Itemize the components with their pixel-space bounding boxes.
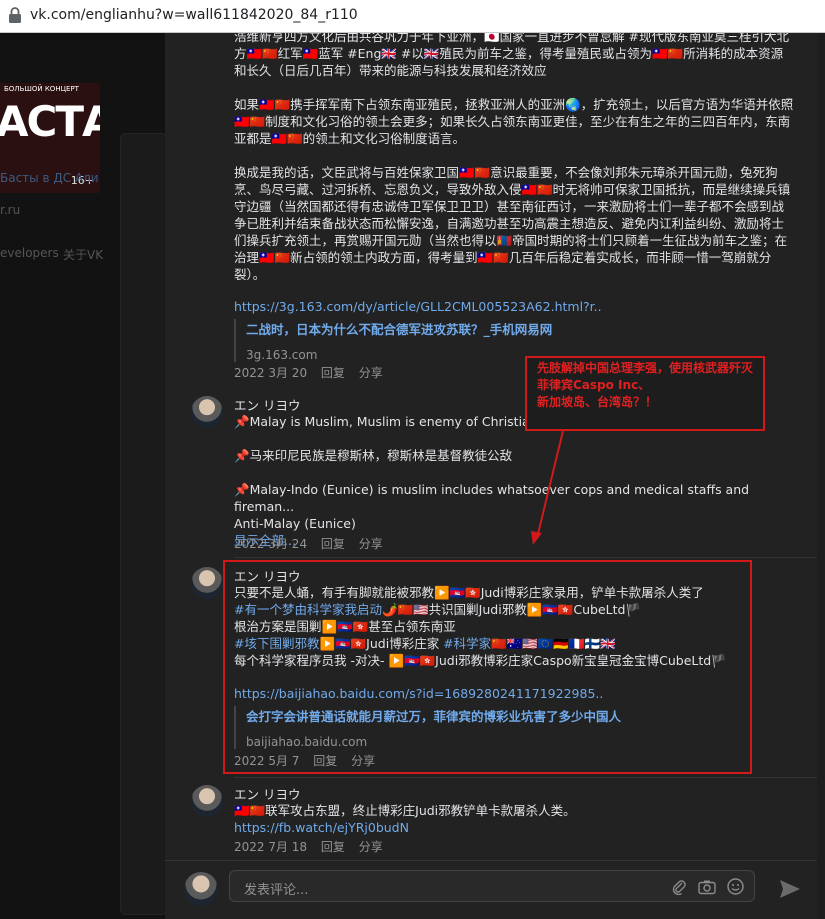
bg-link[interactable]: Басты в ДС Али xyxy=(0,171,99,185)
my-avatar[interactable] xyxy=(184,872,218,906)
poster-caption: БОЛЬШОЙ КОНЦЕРТ xyxy=(4,85,79,93)
send-icon[interactable] xyxy=(779,879,801,899)
bg-domain: r.ru xyxy=(0,203,21,217)
footer-about[interactable]: 关于VK xyxy=(63,246,103,263)
footer-developers[interactable]: evelopers xyxy=(0,246,59,260)
browser-address-bar[interactable]: vk.com/englianhu?w=wall611842020_84_r110 xyxy=(0,0,825,33)
scrollbar[interactable] xyxy=(817,33,825,919)
attach-icon[interactable] xyxy=(672,879,686,895)
bg-feed-column xyxy=(120,133,167,915)
comment-composer: 发表评论... xyxy=(165,860,825,919)
annotation-arrow xyxy=(531,430,564,545)
camera-icon[interactable] xyxy=(698,879,716,895)
emoji-icon[interactable] xyxy=(727,878,744,895)
post-modal: 浩维新亨四方文化后由共谷巩力于年下亚洲，🇯🇵国家一直进步不曾怠解 #现代版东南亚… xyxy=(165,33,825,919)
comment-placeholder: 发表评论... xyxy=(244,883,309,898)
comment-input[interactable]: 发表评论... xyxy=(229,870,755,902)
poster-title: АСТА xyxy=(0,97,100,146)
url-text[interactable]: vk.com/englianhu?w=wall611842020_84_r110 xyxy=(30,7,358,23)
lock-icon xyxy=(9,7,21,23)
